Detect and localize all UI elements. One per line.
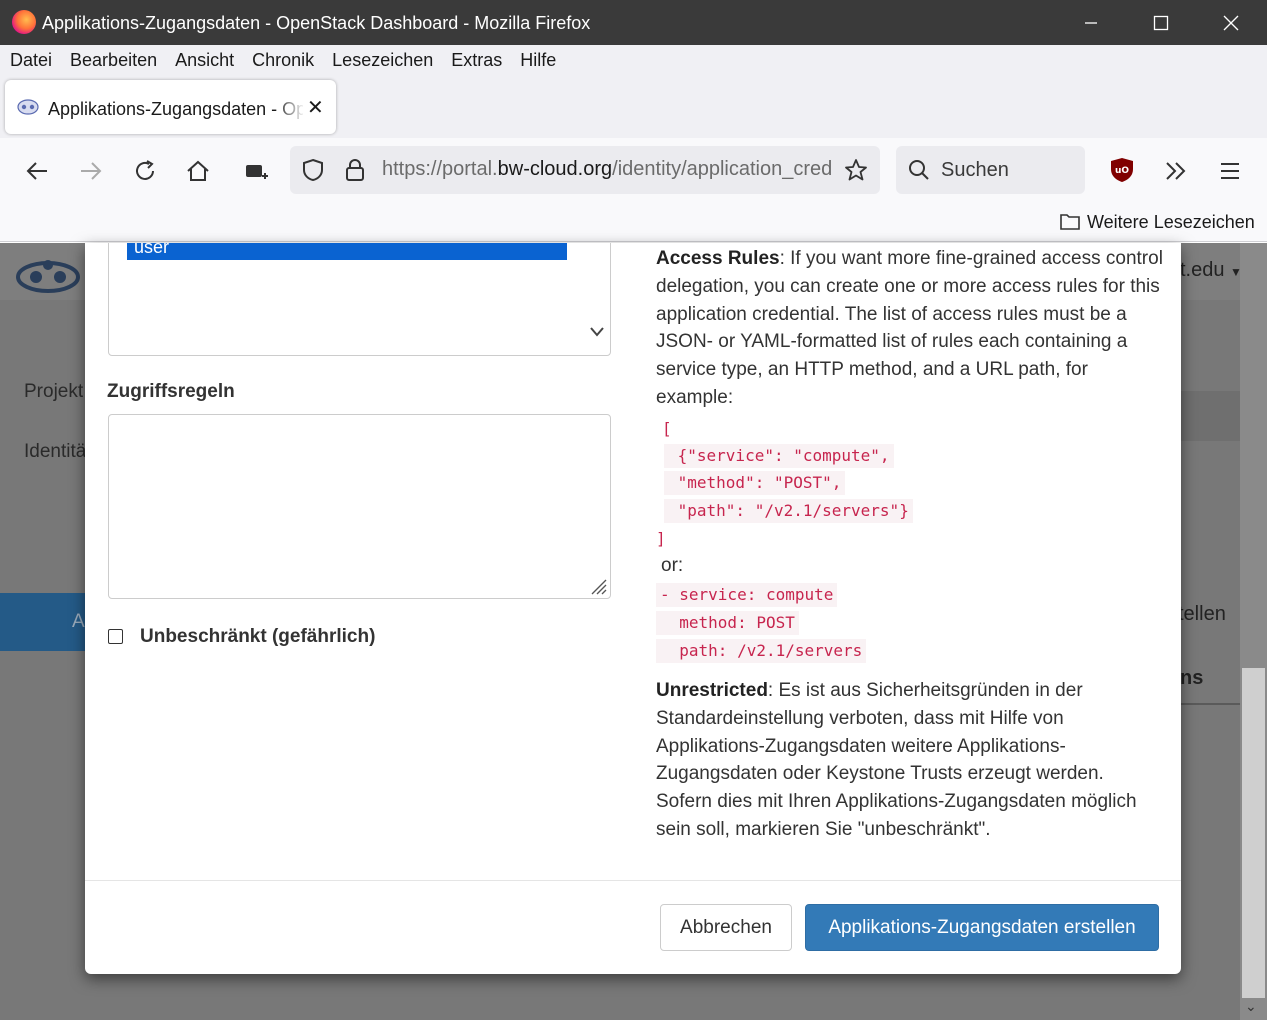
- shield-icon[interactable]: [302, 158, 324, 182]
- json-line-4: ]: [656, 529, 666, 548]
- folder-icon: [1060, 214, 1080, 230]
- resize-grip-icon[interactable]: [588, 576, 608, 596]
- menu-chronik[interactable]: Chronik: [252, 50, 314, 71]
- user-menu-text: t.edu: [1180, 259, 1225, 281]
- json-line-2: "method": "POST",: [664, 471, 846, 495]
- access-rules-label: Zugriffsregeln: [107, 381, 235, 402]
- home-icon[interactable]: [181, 154, 215, 188]
- other-bookmarks[interactable]: Weitere Lesezeichen: [1087, 212, 1255, 233]
- containers-icon[interactable]: [239, 154, 273, 188]
- access-rules-help-title: Access Rules: [656, 248, 780, 269]
- yaml-line-2: path: /v2.1/servers: [656, 639, 867, 663]
- yaml-line-0: - service: compute: [656, 583, 838, 607]
- bookmark-star-icon[interactable]: [844, 158, 868, 182]
- cancel-button[interactable]: Abbrechen: [660, 904, 792, 951]
- json-line-3: "path": "/v2.1/servers"}: [664, 499, 913, 523]
- menu-lesezeichen[interactable]: Lesezeichen: [332, 50, 433, 71]
- maximize-icon[interactable]: [1126, 0, 1196, 45]
- close-icon[interactable]: [1196, 0, 1266, 45]
- unrestricted-checkbox[interactable]: [108, 629, 123, 644]
- access-rules-help: Access Rules: If you want more fine-grai…: [656, 245, 1166, 415]
- unrestricted-help: Unrestricted: Es ist aus Sicherheitsgrün…: [656, 677, 1161, 844]
- reload-icon[interactable]: [128, 154, 162, 188]
- unrestricted-help-title: Unrestricted: [656, 680, 768, 701]
- unrestricted-help-text: : Es ist aus Sicherheitsgründen in der S…: [656, 680, 1137, 840]
- menu-datei[interactable]: Datei: [10, 50, 52, 71]
- chevron-down-icon[interactable]: [589, 326, 605, 338]
- menu-ansicht[interactable]: Ansicht: [175, 50, 234, 71]
- url-bar[interactable]: https://portal.bw-cloud.org/identity/app…: [290, 146, 880, 194]
- roles-option-selected[interactable]: user: [127, 243, 567, 260]
- tab-title: Applikations-Zugangsdaten - OpenStack Da…: [48, 99, 303, 119]
- tab-active[interactable]: Applikations-Zugangsdaten - OpenStack Da…: [5, 80, 336, 134]
- bg-create-button-text: tellen: [1178, 603, 1226, 625]
- lock-icon[interactable]: [345, 158, 365, 182]
- create-credential-button[interactable]: Applikations-Zugangsdaten erstellen: [805, 904, 1159, 951]
- forward-icon[interactable]: [74, 154, 108, 188]
- menu-bearbeiten[interactable]: Bearbeiten: [70, 50, 157, 71]
- tab-close-icon[interactable]: ✕: [307, 95, 324, 120]
- overflow-chevrons-icon[interactable]: [1164, 160, 1188, 182]
- access-rules-textarea[interactable]: [108, 414, 611, 599]
- menu-extras[interactable]: Extras: [451, 50, 502, 71]
- openstack-favicon-icon: [17, 99, 39, 115]
- bg-table-header-text: ns: [1180, 667, 1204, 689]
- search-icon: [909, 160, 929, 180]
- ublock-origin-icon[interactable]: uO: [1110, 157, 1134, 183]
- json-line-0: [: [662, 419, 672, 438]
- url-text[interactable]: https://portal.bw-cloud.org/identity/app…: [382, 158, 832, 181]
- window-title: Applikations-Zugangsdaten - OpenStack Da…: [42, 13, 591, 33]
- help-or-text: or:: [661, 555, 684, 576]
- roles-select[interactable]: user: [108, 243, 611, 356]
- search-bar[interactable]: Suchen: [896, 146, 1085, 194]
- search-placeholder: Suchen: [941, 159, 1009, 181]
- firefox-logo-icon: [12, 10, 36, 34]
- yaml-line-1: method: POST: [656, 611, 799, 635]
- create-credential-modal: user Zugriffsregeln Unbeschränkt (gefähr…: [85, 243, 1181, 974]
- back-icon[interactable]: [20, 154, 54, 188]
- json-line-1: {"service": "compute",: [664, 444, 894, 468]
- page-scrollbar-thumb[interactable]: [1242, 668, 1265, 998]
- svg-text:uO: uO: [1115, 166, 1129, 176]
- menu-hilfe[interactable]: Hilfe: [520, 50, 556, 71]
- menu-bar: Datei Bearbeiten Ansicht Chronik Lesezei…: [0, 45, 1267, 76]
- bookmarks-bar: Weitere Lesezeichen: [0, 202, 1267, 242]
- window-titlebar: Applikations-Zugangsdaten - OpenStack Da…: [0, 0, 1267, 45]
- sidebar-identitat: Identitä: [24, 441, 87, 462]
- hamburger-menu-icon[interactable]: [1219, 160, 1241, 182]
- tab-strip: Applikations-Zugangsdaten - OpenStack Da…: [0, 76, 1267, 138]
- access-rules-help-text: : If you want more fine-grained access c…: [656, 248, 1163, 408]
- minimize-icon[interactable]: [1056, 0, 1126, 45]
- bwcloud-logo-icon: [16, 260, 80, 293]
- scroll-down-icon[interactable]: ⌄: [1245, 998, 1257, 1015]
- unrestricted-label[interactable]: Unbeschränkt (gefährlich): [140, 626, 375, 648]
- sidebar-projekt: Projekt: [24, 381, 84, 402]
- sidebar-active-item: A: [0, 593, 86, 651]
